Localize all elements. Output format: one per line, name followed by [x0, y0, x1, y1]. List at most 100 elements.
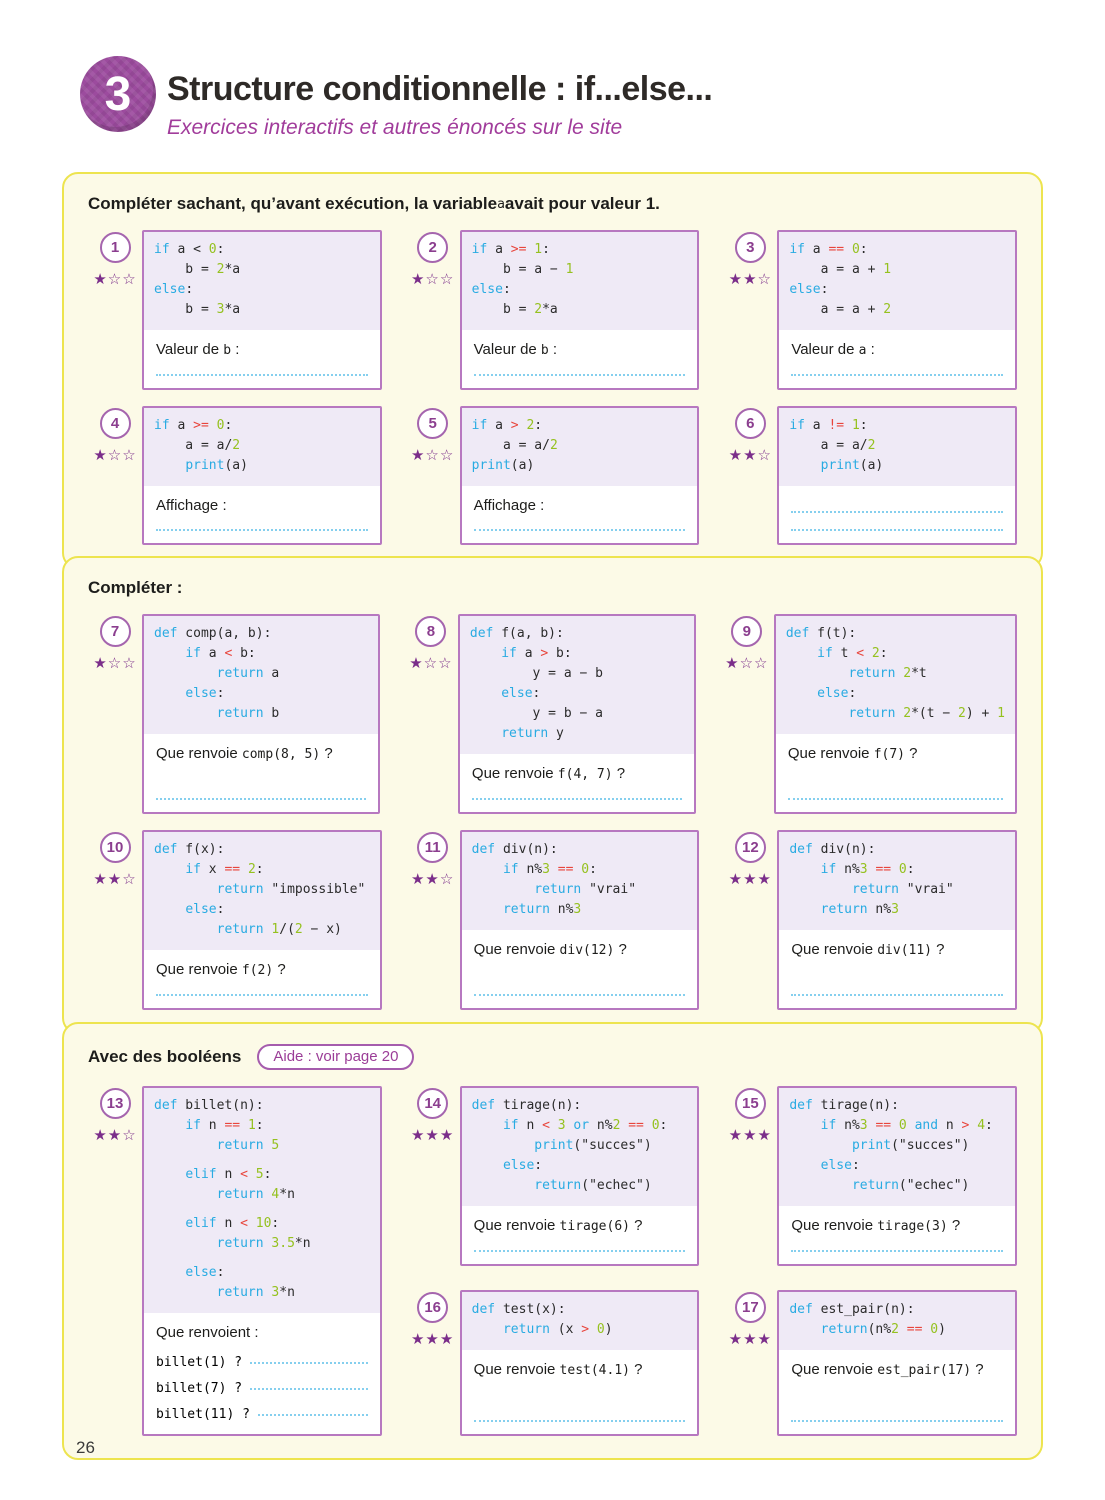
- code-text: [154, 922, 217, 937]
- keyword: if: [503, 1118, 519, 1133]
- exercise-gutter: 6★★☆: [723, 406, 777, 545]
- number-literal: 3: [860, 862, 868, 877]
- code-text: :: [217, 902, 225, 917]
- code-line: y = a − b: [470, 664, 684, 684]
- code-text: b =: [154, 262, 217, 277]
- code-text: n: [938, 1118, 961, 1133]
- code-text: :: [852, 1158, 860, 1173]
- code-text: *t: [911, 666, 927, 681]
- star-rating: ★★★: [729, 1330, 772, 1348]
- exercise-number-badge: 11: [417, 832, 448, 863]
- exercise-card: def div(n): if n%3 == 0: return "vrai" r…: [460, 830, 700, 1010]
- question-area: Que renvoie div(11) ?: [779, 930, 1015, 1008]
- code-line: b = 2*a: [154, 260, 370, 280]
- code-text: div(n):: [813, 842, 876, 857]
- exercise-column: 5★☆☆if a > 2: a = a/2print(a)Affichage :: [406, 406, 700, 545]
- code-text: [550, 1118, 558, 1133]
- code-text: x: [201, 862, 224, 877]
- code-line: return 3*n: [154, 1283, 370, 1303]
- exercise-13: 13★★☆def billet(n): if n == 1: return 5 …: [88, 1086, 382, 1436]
- code-block: def f(t): if t < 2: return 2*t else: ret…: [776, 616, 1015, 734]
- exercise-row: 4★☆☆if a >= 0: a = a/2 print(a)Affichage…: [88, 406, 1017, 545]
- code-text: test(x):: [495, 1302, 565, 1317]
- code-line: if a >= 0:: [154, 416, 370, 436]
- exercise-card: def comp(a, b): if a < b: return a else:…: [142, 614, 380, 814]
- exercise-card: if a == 0: a = a + 1else: a = a + 2Valeu…: [777, 230, 1017, 390]
- answer-line: [156, 362, 368, 376]
- exercise-number-badge: 1: [100, 232, 131, 263]
- number-literal: 2: [958, 706, 966, 721]
- code-line: a = a + 2: [789, 300, 1005, 320]
- code-text: [154, 706, 217, 721]
- code-text: ) +: [966, 706, 997, 721]
- keyword: else: [472, 282, 503, 297]
- code-line: print(a): [789, 456, 1005, 476]
- code-line: elif n < 10:: [154, 1214, 370, 1234]
- keyword: def: [472, 1302, 495, 1317]
- question-text: Que renvoie f(4, 7) ?: [472, 763, 682, 786]
- code-text: n%: [550, 902, 573, 917]
- keyword: if: [503, 862, 519, 877]
- code-text: div(n):: [495, 842, 558, 857]
- number-literal: 2: [534, 302, 542, 317]
- keyword: return: [217, 922, 264, 937]
- keyword: else: [154, 282, 185, 297]
- number-literal: 0: [899, 1118, 907, 1133]
- question-area: Valeur de b :: [144, 330, 380, 388]
- exercise-card: def div(n): if n%3 == 0: return "vrai" r…: [777, 830, 1017, 1010]
- code-line: else:: [154, 1263, 370, 1283]
- comparison-operator: >=: [511, 242, 527, 257]
- code-text: [154, 1236, 217, 1251]
- number-literal: 3: [573, 902, 581, 917]
- code-text: a = a/: [789, 438, 867, 453]
- exercise-number-badge: 16: [417, 1292, 448, 1323]
- text-segment: Affichage :: [474, 497, 545, 514]
- help-badge: Aide : voir page 20: [257, 1044, 414, 1070]
- keyword: return: [217, 1138, 264, 1153]
- exercise-gutter: 9★☆☆: [720, 614, 774, 814]
- text-segment: Que renvoie: [472, 765, 558, 782]
- code-text: n%: [868, 902, 891, 917]
- question-area: Que renvoie tirage(3) ?: [779, 1206, 1015, 1264]
- exercise-3: 3★★☆if a == 0: a = a + 1else: a = a + 2V…: [723, 230, 1017, 390]
- code-line: [154, 1156, 370, 1165]
- number-literal: 2: [868, 438, 876, 453]
- exercise-number-badge: 10: [100, 832, 131, 863]
- exercise-number-badge: 13: [100, 1088, 131, 1119]
- code-line: return "impossible": [154, 880, 370, 900]
- comparison-operator: >=: [193, 418, 209, 433]
- text-segment: Que renvoient :: [156, 1324, 259, 1341]
- code-line: print("succes"): [789, 1136, 1005, 1156]
- code-text: ): [938, 1322, 946, 1337]
- keyword: else: [185, 1265, 216, 1280]
- text-segment: Que renvoie: [474, 1217, 560, 1234]
- exercise-column: 8★☆☆def f(a, b): if a > b: y = a − b els…: [404, 614, 696, 814]
- number-literal: 0: [209, 242, 217, 257]
- code-text: t: [833, 646, 856, 661]
- keyword: or: [573, 1118, 589, 1133]
- text-segment: Que renvoie: [788, 745, 874, 762]
- question-text: Que renvoie div(12) ?: [474, 939, 686, 962]
- code-text: comp(a, b):: [177, 626, 271, 641]
- code-text: [154, 1187, 217, 1202]
- star-rating: ★★★: [729, 870, 772, 888]
- exercise-column: 10★★☆def f(x): if x == 2: return "imposs…: [88, 830, 382, 1010]
- code-text: [240, 1118, 248, 1133]
- exercise-card: if a >= 0: a = a/2 print(a)Affichage :: [142, 406, 382, 545]
- code-block: if a >= 1: b = a − 1else: b = 2*a: [462, 232, 698, 330]
- keyword: else: [185, 902, 216, 917]
- code-text: [472, 862, 503, 877]
- exercise-number-badge: 5: [417, 408, 448, 439]
- exercise-17: 17★★★def est_pair(n): return(n%2 == 0)Qu…: [723, 1290, 1017, 1436]
- code-line: return a: [154, 664, 368, 684]
- code-text: [899, 1322, 907, 1337]
- keyword: def: [786, 626, 809, 641]
- inline-code: billet(1) ?: [156, 1355, 242, 1370]
- code-line: def div(n):: [789, 840, 1005, 860]
- exercise-row: 1★☆☆if a < 0: b = 2*aelse: b = 3*aValeur…: [88, 230, 1017, 390]
- code-text: [786, 686, 817, 701]
- code-block: def f(x): if x == 2: return "impossible"…: [144, 832, 380, 950]
- text-segment: Que renvoie: [791, 1361, 877, 1378]
- code-text: n: [519, 1118, 542, 1133]
- star-rating: ★☆☆: [93, 446, 136, 464]
